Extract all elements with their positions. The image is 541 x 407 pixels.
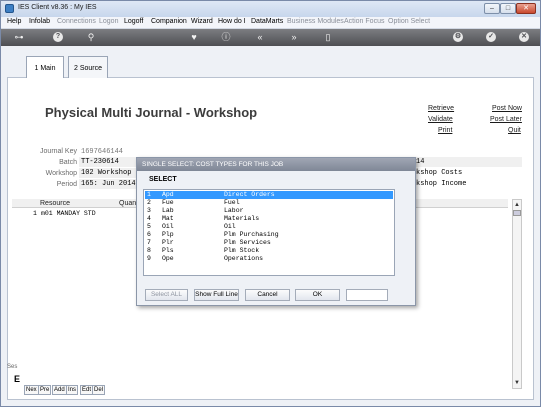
journal-key-label: Journal Key — [40, 148, 77, 155]
tab-strip: 1 Main 2 Source — [7, 50, 534, 78]
menu-bar: Help Infolab Connections Logon Logoff Co… — [1, 17, 540, 29]
maximize-button[interactable]: □ — [500, 3, 516, 14]
menu-infolab[interactable]: Infolab — [29, 18, 50, 25]
tab-source[interactable]: 2 Source — [68, 56, 108, 78]
app-icon — [5, 4, 14, 13]
list-item[interactable]: 8 Pls Plm Stock — [145, 247, 393, 255]
dialog-heading: SELECT — [149, 176, 177, 183]
dialog-title: SINGLE SELECT: COST TYPES FOR THIS JOB — [142, 161, 284, 168]
settings-icon[interactable]: ⚙ — [453, 32, 463, 42]
validate-link[interactable]: Validate — [428, 116, 453, 123]
search-icon[interactable]: ⚲ — [86, 32, 96, 42]
heart-icon[interactable]: ♥ — [189, 32, 199, 42]
key-icon[interactable]: ⊶ — [9, 32, 29, 42]
add-tab[interactable]: Add — [52, 385, 67, 395]
period-field[interactable]: 165: Jun 2014 — [79, 179, 137, 189]
batch-field[interactable]: TT-230614 — [79, 157, 139, 167]
page-title: Physical Multi Journal - Workshop — [45, 105, 258, 120]
rewind-icon[interactable]: « — [255, 32, 265, 42]
right-field-3: kshop Income — [416, 180, 467, 188]
delete-tab[interactable]: Del — [92, 385, 106, 395]
list-item[interactable]: 1 Apd Direct Orders — [145, 191, 393, 199]
bar-icon[interactable]: ▯ — [323, 32, 333, 42]
post-later-link[interactable]: Post Later — [490, 116, 522, 123]
cancel-button[interactable]: Cancel — [245, 289, 290, 301]
scroll-down-icon[interactable]: ▼ — [513, 378, 521, 388]
help-icon[interactable]: ? — [53, 32, 63, 42]
menu-connections[interactable]: Connections — [57, 18, 96, 25]
tab-main[interactable]: 1 Main — [26, 56, 64, 78]
scroll-thumb[interactable] — [513, 210, 521, 216]
grid-row-resource[interactable]: m01 MANDAY STD — [41, 210, 96, 217]
menu-logon[interactable]: Logon — [99, 18, 118, 25]
toolbar: ⊶ ? ⚲ ♥ ⓘ « » ▯ ⚙ ✓ ✕ — [1, 29, 540, 46]
menu-logoff[interactable]: Logoff — [124, 18, 143, 25]
menu-help[interactable]: Help — [7, 18, 21, 25]
menu-business-modules[interactable]: Business Modules — [287, 18, 344, 25]
list-item[interactable]: 9 Ope Operations — [145, 255, 393, 263]
close-icon[interactable]: ✕ — [519, 32, 529, 42]
vertical-scrollbar[interactable]: ▲ ▼ — [512, 199, 522, 389]
minimize-button[interactable]: – — [484, 3, 500, 14]
window-title: IES Client v8.36 : My IES — [18, 4, 97, 11]
quit-link[interactable]: Quit — [508, 127, 521, 134]
print-link[interactable]: Print — [438, 127, 452, 134]
next-tab[interactable]: Nex — [24, 385, 39, 395]
menu-option-select[interactable]: Option Select — [388, 18, 430, 25]
menu-companion[interactable]: Companion — [151, 18, 187, 25]
list-item[interactable]: 6 Plp Plm Purchasing — [145, 231, 393, 239]
grid-header-resource: Resource — [40, 200, 70, 207]
post-now-link[interactable]: Post Now — [492, 105, 522, 112]
list-item[interactable]: 4 Mat Materials — [145, 215, 393, 223]
menu-wizard[interactable]: Wizard — [191, 18, 213, 25]
journal-key-value: 1697646144 — [81, 148, 124, 156]
bottom-left-letter: E — [14, 374, 21, 384]
right-field-1: 14 — [414, 157, 522, 167]
ok-button[interactable]: OK — [295, 289, 340, 301]
workshop-field[interactable]: 102 Workshop 10 — [79, 168, 137, 178]
list-item[interactable]: 2 Fue Fuel — [145, 199, 393, 207]
menu-datamarts[interactable]: DataMarts — [251, 18, 283, 25]
list-item[interactable]: 5 Oil Oil — [145, 223, 393, 231]
dialog-extra-field[interactable] — [346, 289, 388, 301]
close-window-button[interactable]: ✕ — [516, 3, 536, 14]
period-label: Period — [56, 181, 77, 188]
info-icon[interactable]: ⓘ — [221, 32, 231, 42]
scroll-up-icon[interactable]: ▲ — [513, 200, 521, 210]
workshop-label: Workshop — [45, 170, 77, 177]
list-item[interactable]: 3 Lab Labor — [145, 207, 393, 215]
menu-how-do-i[interactable]: How do I — [218, 18, 246, 25]
retrieve-link[interactable]: Retrieve — [428, 105, 454, 112]
select-all-button[interactable]: Select ALL — [145, 289, 188, 301]
insert-tab[interactable]: Ins — [66, 385, 79, 395]
list-item[interactable]: 7 Plr Plm Services — [145, 239, 393, 247]
check-icon[interactable]: ✓ — [486, 32, 496, 42]
previous-tab[interactable]: Pre — [38, 385, 52, 395]
right-field-2: kshop Costs — [416, 169, 463, 177]
menu-action-focus[interactable]: Action Focus — [344, 18, 384, 25]
fast-forward-icon[interactable]: » — [289, 32, 299, 42]
batch-label: Batch — [59, 159, 77, 166]
cost-type-list[interactable]: 1 Apd Direct Orders 2 Fue Fuel 3 Lab Lab… — [143, 189, 395, 276]
show-full-line-button[interactable]: Show Full Line — [194, 289, 239, 301]
grid-row-number: 1 — [33, 210, 37, 217]
side-label: Ses — [7, 364, 18, 370]
